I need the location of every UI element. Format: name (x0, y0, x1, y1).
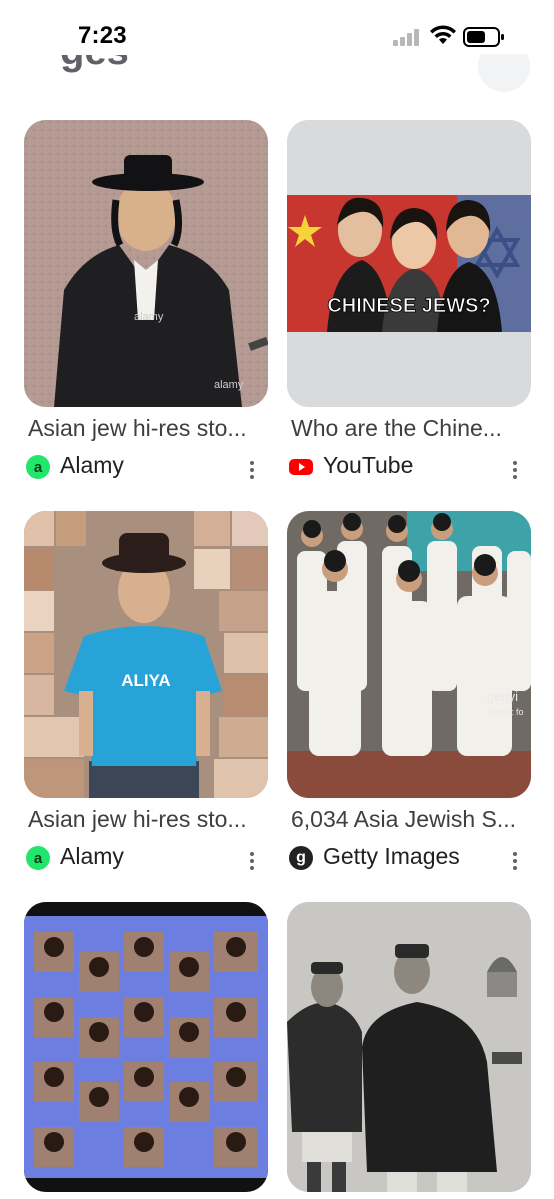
more-options-icon[interactable] (505, 849, 525, 873)
header-title-remnant: ges (60, 55, 150, 79)
thumbnail-image-historic-photo (287, 902, 531, 1192)
battery-icon (463, 27, 504, 47)
getty-watermark: gettyi (487, 689, 518, 704)
thumbnail-image-man-in-hat: alamy alamy (24, 120, 268, 407)
result-source[interactable]: g Getty Images (287, 843, 531, 875)
result-caption[interactable]: 6,034 Asia Jewish S... (291, 806, 531, 833)
result-source[interactable]: a Alamy (24, 843, 268, 875)
source-name: Alamy (60, 452, 124, 478)
status-time: 7:23 (78, 22, 127, 49)
cellular-signal-icon (393, 28, 423, 46)
svg-text:alamy: alamy (214, 379, 244, 391)
alamy-icon: a (26, 846, 50, 870)
getty-icon: g (289, 846, 313, 870)
more-options-icon[interactable] (242, 458, 262, 482)
wifi-icon (430, 25, 456, 44)
thumbnail-image-video-call-grid (24, 902, 268, 1192)
youtube-icon (289, 455, 313, 479)
result-caption[interactable]: Asian jew hi-res sto... (28, 806, 268, 833)
source-name: Alamy (60, 843, 124, 869)
result-source[interactable]: a Alamy (24, 452, 268, 484)
result-source[interactable]: YouTube (287, 452, 531, 484)
thumbnail-image-man-in-blue-shirt: ALIYA (24, 511, 268, 798)
result-thumbnail[interactable]: alamy alamy (24, 120, 268, 407)
alamy-watermark: alamy (134, 311, 164, 323)
more-options-icon[interactable] (242, 849, 262, 873)
source-name: YouTube (323, 452, 414, 478)
result-thumbnail[interactable]: gettyi Credit: fo (287, 511, 531, 798)
header-partial-title: ges (60, 55, 129, 74)
video-overlay-text: CHINESE JEWS? (327, 295, 490, 317)
source-name: Getty Images (323, 843, 460, 869)
alamy-icon: a (26, 455, 50, 479)
thumbnail-image-men-in-white-robes: gettyi Credit: fo (287, 511, 531, 798)
thumbnail-image-chinese-jews: CHINESE JEWS? (287, 120, 531, 407)
result-caption[interactable]: Who are the Chine... (291, 415, 531, 442)
result-caption[interactable]: Asian jew hi-res sto... (28, 415, 268, 442)
result-thumbnail[interactable]: CHINESE JEWS? (287, 120, 531, 407)
getty-credit: Credit: fo (487, 707, 524, 717)
shirt-text: ALIYA (121, 671, 170, 690)
result-thumbnail[interactable] (287, 902, 531, 1192)
result-thumbnail[interactable]: ALIYA (24, 511, 268, 798)
result-thumbnail[interactable] (24, 902, 268, 1192)
more-options-icon[interactable] (505, 458, 525, 482)
